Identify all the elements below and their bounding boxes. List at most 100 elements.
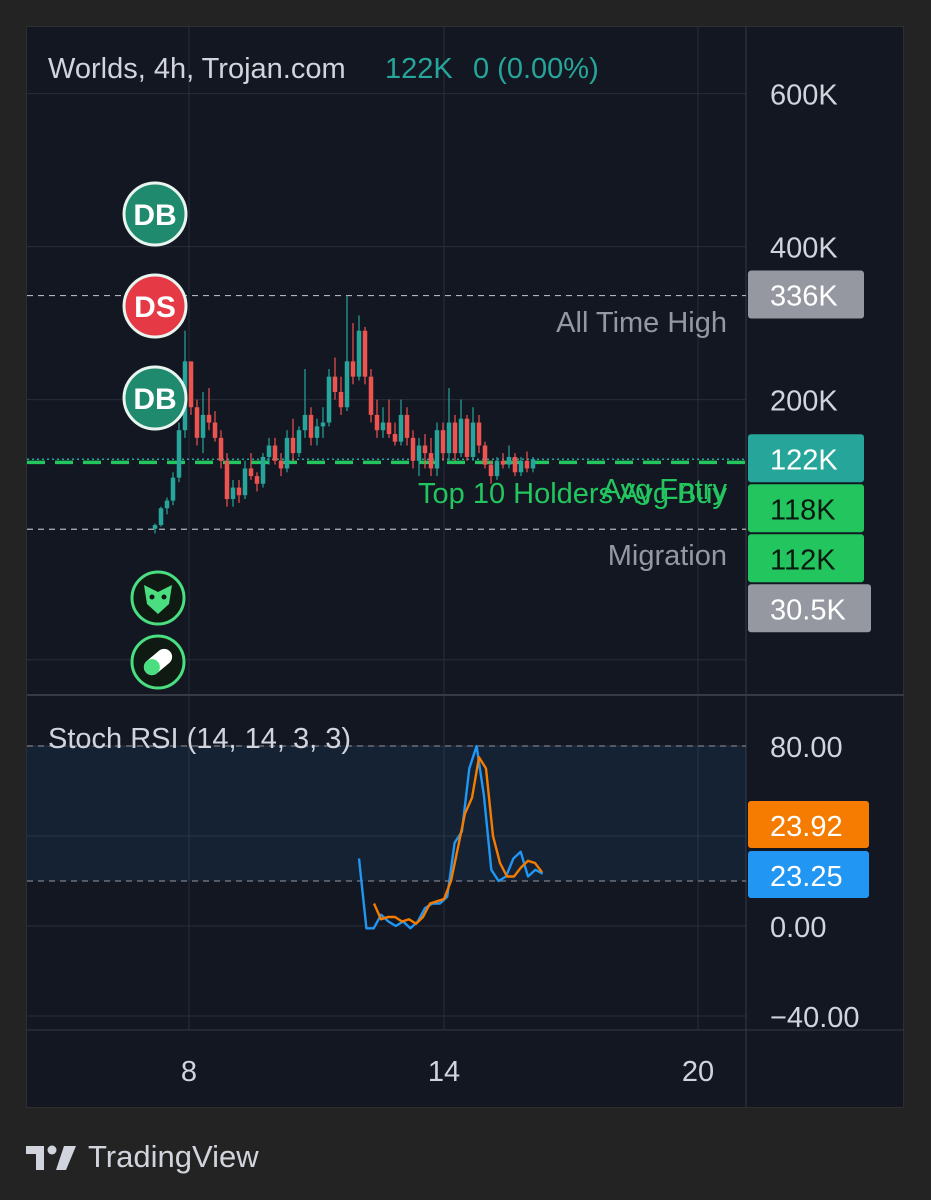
candle[interactable]: [302, 369, 308, 438]
buy-marker[interactable]: DB: [122, 181, 188, 247]
sell-marker[interactable]: DS: [122, 273, 188, 339]
candle[interactable]: [416, 437, 422, 477]
candle[interactable]: [272, 437, 278, 465]
candle[interactable]: [476, 414, 482, 454]
candle[interactable]: [440, 422, 446, 461]
price-tag: 118K: [748, 484, 864, 533]
candle[interactable]: [530, 456, 536, 473]
candle[interactable]: [170, 472, 176, 506]
candle[interactable]: [320, 407, 326, 438]
candle[interactable]: [512, 453, 518, 477]
candle[interactable]: [290, 418, 296, 461]
candle[interactable]: [482, 441, 488, 469]
candle[interactable]: [152, 523, 158, 534]
price-tick-label: 200K: [770, 386, 838, 418]
candle-body: [332, 376, 338, 392]
candle[interactable]: [464, 414, 470, 461]
candle[interactable]: [206, 388, 212, 431]
trade-markers[interactable]: DB DS DB: [122, 181, 188, 690]
candle[interactable]: [506, 445, 512, 469]
price-tag: 112K: [748, 534, 864, 583]
candle[interactable]: [284, 430, 290, 473]
candle[interactable]: [212, 411, 218, 442]
candle[interactable]: [278, 453, 284, 477]
candle[interactable]: [404, 407, 410, 446]
candle[interactable]: [218, 430, 224, 469]
candle[interactable]: [248, 453, 254, 480]
candle-body: [446, 422, 452, 454]
candle[interactable]: [458, 399, 464, 457]
candle[interactable]: [428, 437, 434, 477]
candle[interactable]: [236, 479, 242, 503]
top-holders-avg-buy-label: Top 10 Holders Avg Buy: [418, 478, 727, 510]
candle[interactable]: [380, 407, 386, 438]
candle[interactable]: [338, 376, 344, 415]
price-tag: 30.5K: [748, 584, 871, 633]
candle-body: [254, 476, 260, 484]
candle-body: [284, 437, 290, 469]
candle[interactable]: [374, 399, 380, 438]
candle[interactable]: [386, 399, 392, 438]
candle-body: [176, 430, 182, 478]
candle-body: [188, 361, 194, 408]
candle-body: [224, 460, 230, 500]
all-time-high-label: All Time High: [556, 307, 727, 339]
candle[interactable]: [392, 422, 398, 446]
candle[interactable]: [344, 295, 350, 412]
candle[interactable]: [500, 453, 506, 469]
candle[interactable]: [326, 369, 332, 427]
candle[interactable]: [230, 479, 236, 507]
candle[interactable]: [254, 472, 260, 492]
candle[interactable]: [164, 497, 170, 515]
candle[interactable]: [260, 453, 266, 488]
candle[interactable]: [410, 430, 416, 469]
candle-body: [194, 407, 200, 438]
candle[interactable]: [158, 506, 164, 527]
price-change: 0 (0.00%): [473, 53, 599, 85]
candle[interactable]: [398, 399, 404, 446]
candle[interactable]: [452, 414, 458, 461]
candle[interactable]: [434, 422, 440, 477]
candle-body: [206, 414, 212, 423]
candle-body: [458, 418, 464, 454]
candle[interactable]: [314, 418, 320, 446]
candle[interactable]: [350, 323, 356, 385]
stoch-rsi-pane[interactable]: Stoch RSI (14, 14, 3, 3): [27, 723, 746, 930]
candle[interactable]: [200, 391, 206, 454]
candle-body: [248, 468, 254, 477]
candle[interactable]: [242, 460, 248, 500]
overbought-oversold-band: [27, 746, 746, 881]
candle[interactable]: [368, 369, 374, 423]
candle-body: [440, 430, 446, 454]
candle-body: [476, 422, 482, 446]
migration-label: Migration: [608, 540, 727, 572]
candle-body: [368, 376, 374, 415]
candle[interactable]: [494, 456, 500, 480]
candle[interactable]: [296, 426, 302, 457]
candle[interactable]: [224, 453, 230, 507]
candle-body: [356, 330, 362, 377]
candle-body: [320, 422, 326, 427]
candle[interactable]: [524, 451, 530, 473]
candle[interactable]: [332, 357, 338, 400]
candle-body: [344, 361, 350, 408]
buy-marker[interactable]: DB: [122, 365, 188, 431]
trading-chart[interactable]: All Time HighAvg EntryTop 10 Holders Avg…: [0, 0, 931, 1120]
candle[interactable]: [188, 361, 194, 415]
pill-icon[interactable]: [130, 634, 186, 690]
candle[interactable]: [446, 388, 452, 461]
candle-body: [230, 487, 236, 500]
candle[interactable]: [356, 315, 362, 381]
candle[interactable]: [194, 399, 200, 446]
candle-body: [512, 456, 518, 473]
candle-body: [200, 414, 206, 438]
candle-body: [290, 437, 296, 454]
candle-body: [242, 468, 248, 496]
candle[interactable]: [176, 422, 182, 483]
candle[interactable]: [308, 407, 314, 446]
candle[interactable]: [362, 326, 368, 385]
marker-label: DB: [133, 383, 176, 416]
eagle-icon[interactable]: [130, 570, 186, 626]
candle[interactable]: [470, 407, 476, 461]
price-tag-label: 336K: [770, 281, 838, 313]
